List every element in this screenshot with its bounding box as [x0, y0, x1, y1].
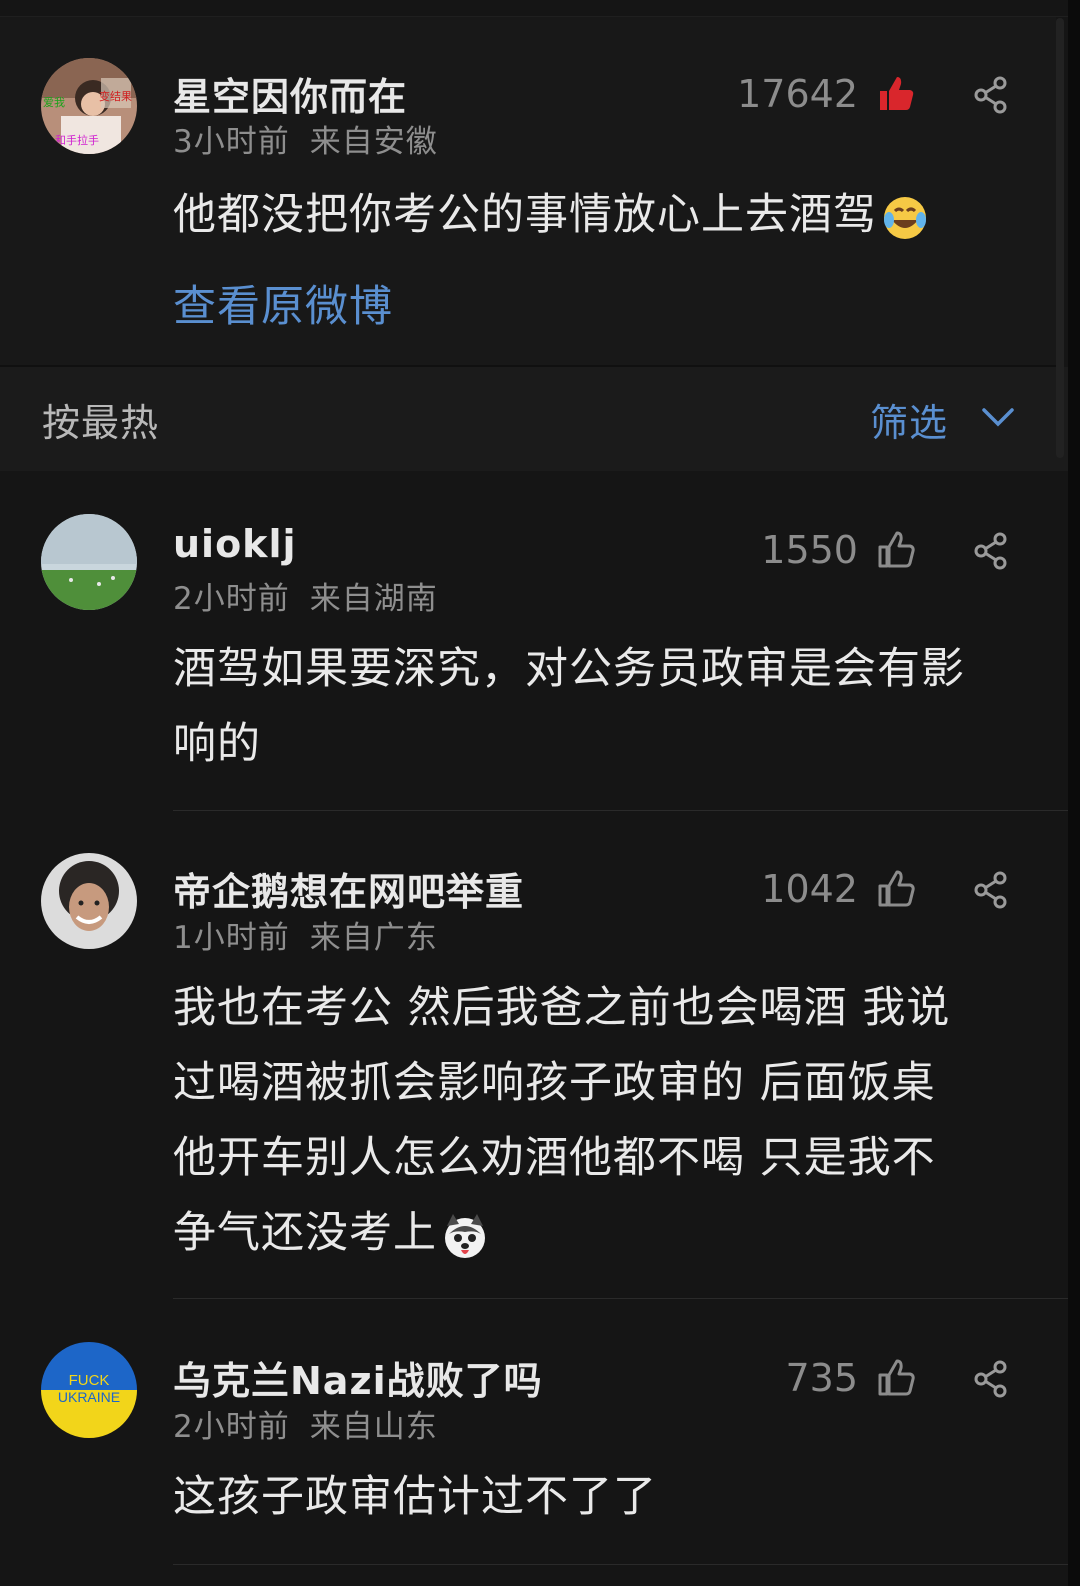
avatar[interactable]: 爱我 变结果 和手拉手 — [41, 58, 137, 154]
avatar-image: FUCK UKRAINE — [41, 1342, 137, 1438]
comment-divider — [173, 810, 1068, 811]
comment-location: 来自安徽 — [309, 124, 438, 160]
comment-meta: 1小时前 来自广东 — [173, 912, 438, 957]
comment-meta: 3小时前 来自安徽 — [173, 116, 438, 161]
scrollbar-track[interactable] — [1068, 0, 1080, 1586]
view-original-post-link[interactable]: 查看原微博 — [173, 272, 393, 334]
comment-line-with-emoji: 争气还没考上 — [173, 1196, 1033, 1271]
comment-line: 我也在考公 然后我爸之前也会喝酒 我说 — [173, 983, 951, 1033]
comment-divider — [173, 1298, 1068, 1299]
chevron-down-icon[interactable] — [980, 404, 1016, 430]
comment-time: 1小时前 — [173, 920, 290, 956]
avatar-text-2: 变结果 — [99, 89, 132, 103]
filter-button[interactable]: 筛选 — [870, 392, 948, 447]
comment-line: 这孩子政审估计过不了了 — [173, 1472, 657, 1522]
comment-time: 2小时前 — [173, 1409, 290, 1445]
comment-location: 来自广东 — [309, 920, 438, 956]
comment-line: 他开车别人怎么劝酒他都不喝 只是我不 — [173, 1133, 936, 1183]
username[interactable]: uioklj — [173, 522, 297, 566]
comment-line: 争气还没考上 — [173, 1208, 437, 1258]
comment-text: 他都没把你考公的事情放心上去酒驾 — [173, 178, 1043, 253]
scrollbar-thumb[interactable] — [1056, 18, 1064, 458]
share-icon[interactable] — [972, 871, 1010, 909]
comment-page: 爱我 变结果 和手拉手 星空因你而在 3小时前 来自安徽 17642 他都没把你考… — [0, 0, 1068, 1586]
comment-text-content: 他都没把你考公的事情放心上去酒驾 — [173, 190, 877, 240]
avatar[interactable] — [41, 853, 137, 949]
share-icon[interactable] — [972, 1360, 1010, 1398]
comment-time: 3小时前 — [173, 124, 290, 160]
comment-meta: 2小时前 来自湖南 — [173, 573, 438, 618]
avatar-image — [41, 514, 137, 610]
thumb-up-icon[interactable] — [876, 869, 916, 909]
avatar[interactable] — [41, 514, 137, 610]
comment-text: 我也在考公 然后我爸之前也会喝酒 我说 过喝酒被抓会影响孩子政审的 后面饭桌 他… — [173, 971, 1033, 1271]
avatar-text-3: 和手拉手 — [55, 133, 99, 147]
comment-line: 过喝酒被抓会影响孩子政审的 后面饭桌 — [173, 1058, 936, 1108]
avatar[interactable]: FUCK UKRAINE — [41, 1342, 137, 1438]
share-icon[interactable] — [972, 76, 1010, 114]
thumb-up-icon[interactable] — [876, 530, 916, 570]
husky-dog-emoji — [445, 1213, 485, 1258]
thumb-up-icon[interactable] — [876, 1358, 916, 1398]
sort-hot-button[interactable]: 按最热 — [42, 392, 159, 447]
comment-line: 酒驾如果要深究，对公务员政审是会有影 — [173, 644, 965, 694]
share-icon[interactable] — [972, 532, 1010, 570]
like-count: 735 — [785, 1356, 858, 1400]
comment-text: 这孩子政审估计过不了了 — [173, 1460, 1033, 1535]
comment-meta: 2小时前 来自山东 — [173, 1401, 438, 1446]
comment-text: 酒驾如果要深究，对公务员政审是会有影 响的 — [173, 632, 1033, 782]
comment-line: 响的 — [173, 719, 261, 769]
comment-location: 来自湖南 — [309, 581, 438, 617]
avatar-image: 爱我 变结果 和手拉手 — [41, 58, 137, 154]
avatar-text-1: FUCK — [69, 1372, 110, 1389]
like-count: 17642 — [737, 72, 858, 116]
like-count: 1550 — [761, 528, 858, 572]
comment-divider — [173, 1564, 1068, 1565]
username[interactable]: 帝企鹅想在网吧举重 — [173, 861, 524, 916]
thumb-up-icon[interactable] — [876, 74, 916, 114]
comment-location: 来自山东 — [309, 1409, 438, 1445]
like-count: 1042 — [761, 867, 858, 911]
comment-time: 2小时前 — [173, 581, 290, 617]
username[interactable]: 乌克兰Nazi战败了吗 — [173, 1350, 543, 1405]
username[interactable]: 星空因你而在 — [173, 66, 407, 121]
avatar-text-2: UKRAINE — [58, 1389, 120, 1405]
laughing-crying-emoji — [884, 196, 926, 239]
avatar-image — [41, 853, 137, 949]
avatar-text-1: 爱我 — [43, 96, 65, 109]
